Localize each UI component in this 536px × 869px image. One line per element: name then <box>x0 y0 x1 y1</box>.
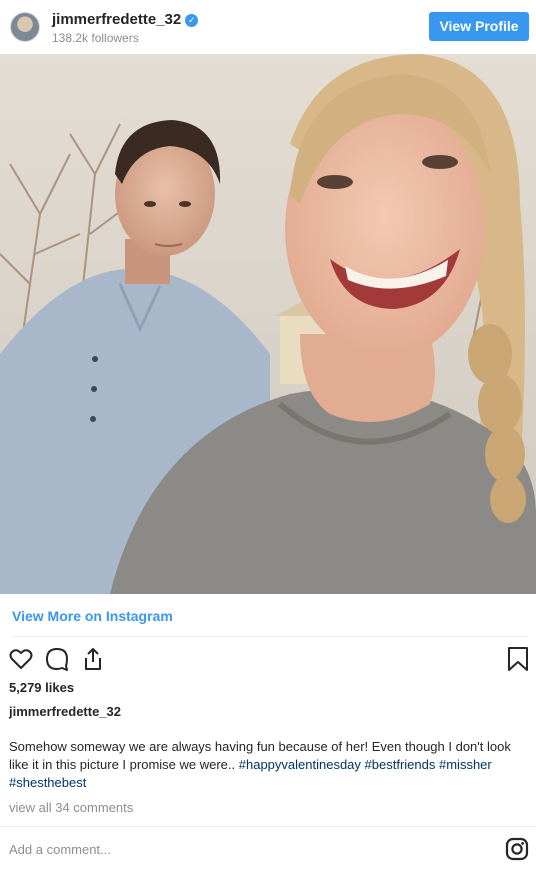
username-row[interactable]: jimmerfredette_32 ✓ <box>52 11 199 28</box>
bookmark-icon[interactable] <box>505 646 531 672</box>
follower-count: 138.2k followers <box>52 31 139 45</box>
post-photo-image <box>0 54 536 594</box>
view-profile-button[interactable]: View Profile <box>429 12 529 41</box>
username[interactable]: jimmerfredette_32 <box>52 11 181 28</box>
caption-username[interactable]: jimmerfredette_32 <box>9 704 121 719</box>
divider <box>0 826 536 827</box>
hashtag[interactable]: #bestfriends <box>365 757 436 772</box>
comment-bubble-icon[interactable] <box>44 646 70 672</box>
view-more-link[interactable]: View More on Instagram <box>12 608 173 624</box>
hashtag[interactable]: #happyvalentinesday <box>239 757 361 772</box>
heart-icon[interactable] <box>8 646 34 672</box>
post-photo[interactable] <box>0 54 536 594</box>
avatar[interactable] <box>10 12 40 42</box>
divider <box>12 636 528 637</box>
hashtag[interactable]: #missher <box>439 757 492 772</box>
post-header: jimmerfredette_32 ✓ 138.2k followers View… <box>0 0 536 54</box>
verified-badge-icon: ✓ <box>185 14 199 27</box>
instagram-logo-icon[interactable] <box>505 837 529 861</box>
caption: Somehow someway we are always having fun… <box>9 738 519 792</box>
comment-input[interactable]: Add a comment... <box>9 842 111 857</box>
likes-count[interactable]: 5,279 likes <box>9 680 74 695</box>
hashtag[interactable]: #shesthebest <box>9 775 86 790</box>
share-icon[interactable] <box>80 646 106 672</box>
view-comments-link[interactable]: view all 34 comments <box>9 800 133 815</box>
